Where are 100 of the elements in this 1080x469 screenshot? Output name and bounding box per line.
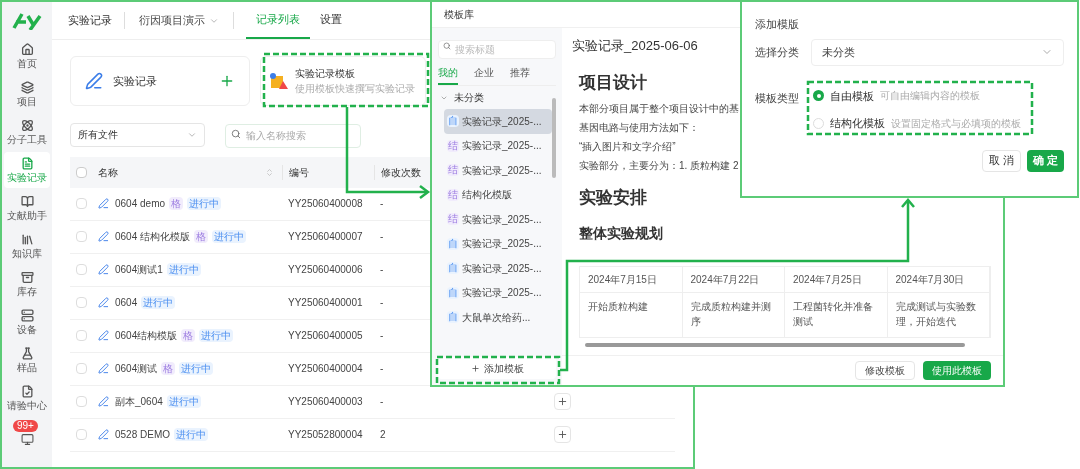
sidebar-item[interactable]: 库存 (4, 266, 50, 302)
section-heading: 实验安排 (579, 187, 647, 209)
search-field[interactable]: 输入名称搜索 (225, 123, 361, 148)
sidebar-item[interactable]: 分子工具 (4, 114, 50, 150)
add-template-button[interactable]: 添加模板 (438, 357, 556, 379)
template-type-badge: 自 (447, 115, 459, 128)
record-name[interactable]: 0604 结构化模版 (115, 229, 191, 244)
edit-count: - (380, 264, 384, 275)
paragraph: 实验部分，主要分为：1. 质粒构建 2 (579, 159, 739, 173)
status-tag: 进行中 (199, 329, 234, 342)
record-name[interactable]: 0604 (115, 295, 138, 310)
edit-count: - (380, 330, 384, 341)
tab[interactable]: 设置 (310, 2, 352, 39)
cancel-button[interactable]: 取 消 (981, 149, 1021, 172)
new-record-card[interactable]: 实验记录 (70, 56, 250, 106)
category-select[interactable]: 未分类 (811, 38, 1064, 66)
subsection-heading: 整体实验规划 (579, 223, 663, 243)
radio-label[interactable]: 结构化模板 (830, 115, 885, 132)
template-item[interactable]: 自 实验记录_2025-... (444, 109, 552, 134)
edit-count: - (380, 297, 384, 308)
template-item[interactable]: 自 实验记录_2025-... (444, 280, 552, 305)
radio-label[interactable]: 自由模板 (830, 87, 874, 104)
template-item[interactable]: 结 结构化模版 (444, 182, 552, 207)
table-cell: 完成质粒构建并测序 (690, 300, 771, 327)
record-name[interactable]: 副本_0604 (115, 394, 163, 409)
type-tag: 格 (181, 329, 196, 342)
search-field[interactable]: 搜索标题 (438, 40, 556, 59)
table-cell-text: 2024年7月30日 (895, 272, 965, 287)
template-type-badge: 自 (447, 311, 459, 324)
sidebar-item[interactable]: 设备 (4, 304, 50, 340)
status-tag: 进行中 (179, 362, 214, 375)
record-name[interactable]: 0604 demo (115, 196, 166, 211)
status-tag: 进行中 (166, 395, 201, 408)
template-label: 实验记录_2025-... (462, 261, 542, 276)
template-item[interactable]: 自 大鼠单次给药... (444, 305, 552, 330)
sidebar-item[interactable]: 样品 (4, 342, 50, 378)
card-title: 实验记录 (113, 73, 158, 89)
record-name[interactable]: 0528 DEMO (115, 427, 171, 442)
template-type-badge: 自 (447, 286, 459, 299)
radio-hint: 设置固定格式与必填项的模板 (891, 116, 1021, 131)
dialog-title: 添加模版 (755, 17, 800, 32)
column-header: 修改次数 (381, 166, 421, 178)
radio-hint: 可自由编辑内容的模板 (880, 89, 980, 104)
notification-badge: 99+ (13, 420, 38, 432)
template-item[interactable]: 结 实验记录_2025-... (444, 158, 552, 183)
sidebar-item[interactable]: 知识库 (4, 228, 50, 264)
sidebar-item[interactable]: 项目 (4, 76, 50, 112)
type-tag: 格 (161, 362, 176, 375)
record-name[interactable]: 0604测试 (115, 361, 158, 376)
tab[interactable]: 企业 (474, 65, 494, 85)
edit-count: 2 (380, 429, 386, 440)
template-item[interactable]: 结 实验记录_2025-... (444, 207, 552, 232)
column-header: 名称 (98, 165, 118, 180)
category-item[interactable]: 未分类 (454, 90, 484, 105)
sidebar-item[interactable]: 文献助手 (4, 190, 50, 226)
template-label: 实验记录_2025-... (462, 163, 542, 178)
project-dropdown[interactable]: 衍因项目演示 (125, 12, 234, 29)
table-cell: 工程菌转化并准备测试 (793, 300, 873, 327)
record-code: YY25060400005 (288, 330, 363, 341)
paragraph: 本部分项目属于整个项目设计中的基 (579, 102, 739, 116)
template-item[interactable]: 结 实验记录_2025-... (444, 133, 552, 158)
record-code: YY25060400001 (288, 297, 363, 308)
template-label: 实验记录_2025-... (462, 237, 542, 252)
status-tag: 进行中 (187, 197, 222, 210)
record-code: YY25052800004 (288, 429, 363, 440)
type-tag: 格 (194, 230, 209, 243)
template-type-badge: 自 (447, 237, 459, 250)
template-title: 实验记录_2025-06-06 (572, 37, 698, 55)
edit-count: - (380, 231, 384, 242)
card-title: 实验记录模板 (295, 67, 356, 81)
table-cell-text: 2024年7月25日 (793, 272, 862, 287)
status-tag: 进行中 (174, 428, 209, 441)
sidebar-item[interactable]: 请验中心 (4, 380, 50, 416)
tab[interactable]: 推荐 (510, 65, 530, 85)
template-type-badge: 结 (447, 139, 459, 152)
template-card[interactable]: 实验记录模板 使用模板快速撰写实验记录 (260, 56, 426, 106)
table-cell: 完成测试与实验数理，开始迭代 (895, 300, 976, 327)
field-label: 模板类型 (755, 90, 799, 106)
template-label: 实验记录_2025-... (462, 212, 542, 227)
template-type-badge: 结 (447, 213, 459, 226)
window-title: 模板库 (444, 8, 474, 22)
edit-count: - (380, 363, 384, 374)
record-name[interactable]: 0604结构模版 (115, 328, 178, 343)
edit-count: - (380, 396, 384, 407)
section-heading: 项目设计 (579, 71, 647, 94)
template-type-badge: 自 (447, 262, 459, 275)
paragraph: 基因电路与使用方法如下： (579, 121, 699, 135)
sidebar-item[interactable]: 首页 (4, 38, 50, 74)
status-tag: 进行中 (166, 263, 201, 276)
template-label: 实验记录_2025-... (462, 114, 542, 129)
edit-count: - (380, 198, 384, 209)
module-title: 实验记录 (68, 12, 125, 29)
record-name[interactable]: 0604测试1 (115, 262, 163, 277)
template-item[interactable]: 自 实验记录_2025-... (444, 256, 552, 281)
template-item[interactable]: 自 实验记录_2025-... (444, 231, 552, 256)
record-code: YY25060400004 (288, 363, 363, 374)
record-code: YY25060400008 (288, 198, 363, 209)
scope-dropdown[interactable]: 所有文件 (70, 122, 205, 147)
record-code: YY25060400007 (288, 231, 363, 242)
edit-template-button[interactable]: 修改模板 (855, 361, 915, 380)
